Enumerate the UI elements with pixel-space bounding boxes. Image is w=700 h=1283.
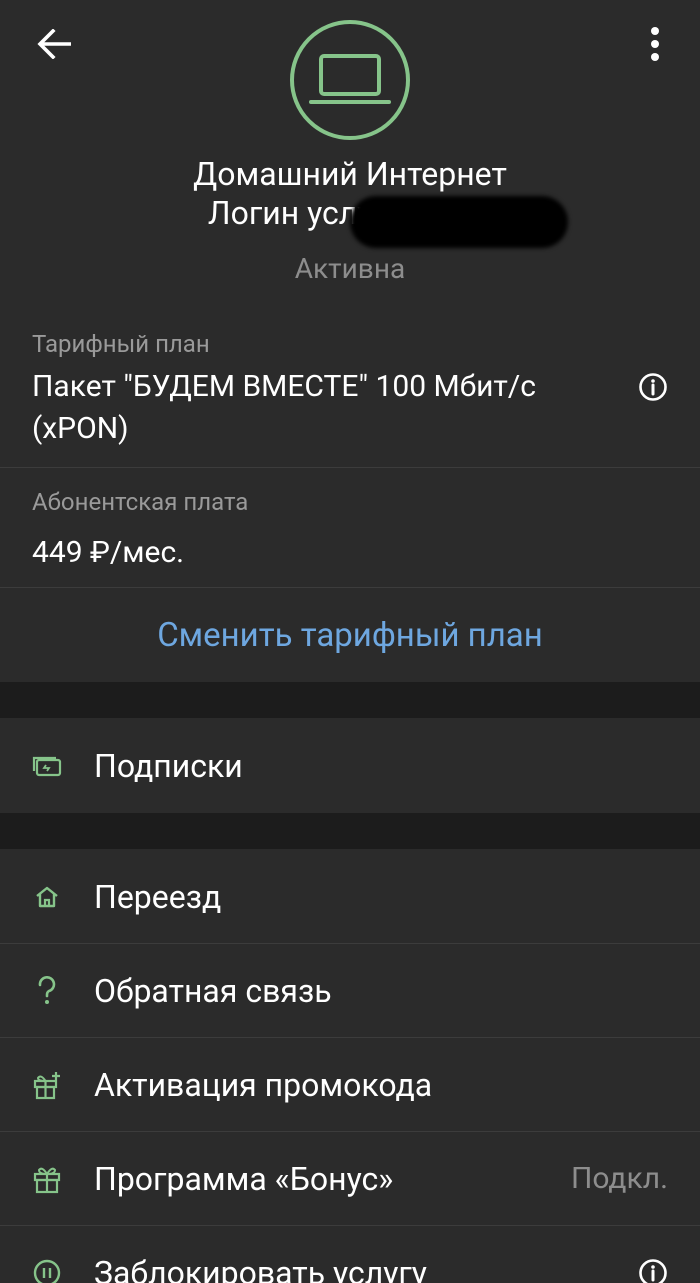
bonus-status: Подкл.	[570, 1161, 668, 1196]
menu-item-promo[interactable]: Активация промокода	[0, 1038, 700, 1131]
fee-value: 449 ₽/мес.	[32, 535, 185, 570]
menu-item-bonus[interactable]: Программа «Бонус» Подкл.	[0, 1132, 700, 1225]
info-icon[interactable]	[638, 372, 668, 402]
change-plan-button[interactable]: Сменить тарифный план	[0, 600, 700, 672]
menu-item-label: Программа «Бонус»	[94, 1159, 394, 1198]
tariff-plan-value: Пакет "БУДЕМ ВМЕСТЕ" 100 Мбит/с (xPON)	[32, 369, 536, 446]
subscription-card-icon	[32, 756, 62, 776]
menu-item-label: Активация промокода	[94, 1065, 433, 1104]
menu-item-label: Обратная связь	[94, 971, 332, 1010]
service-header: Домашний Интернет Логин услуги: Активна	[0, 0, 700, 305]
fee-label: Абонентская плата	[32, 488, 249, 516]
more-options-button[interactable]	[640, 20, 670, 68]
service-title: Домашний Интернет	[193, 155, 507, 193]
info-icon[interactable]	[638, 1258, 668, 1283]
section-gap	[0, 813, 700, 849]
menu-item-block-service[interactable]: Заблокировать услугу	[0, 1226, 700, 1283]
menu-item-relocation[interactable]: Переезд	[0, 850, 700, 943]
subscriptions-item[interactable]: Подписки	[0, 719, 700, 812]
subscription-fee-block: Абонентская плата 449 ₽/мес.	[0, 488, 700, 574]
login-redaction	[350, 196, 568, 248]
menu-item-label: Заблокировать услугу	[94, 1253, 427, 1283]
divider	[0, 467, 700, 468]
tariff-plan-block: Тарифный план Пакет "БУДЕМ ВМЕСТЕ" 100 М…	[0, 330, 700, 467]
section-gap	[0, 682, 700, 718]
laptop-icon	[309, 54, 391, 104]
home-icon	[36, 886, 58, 907]
gift-plus-icon	[33, 1071, 60, 1099]
pause-icon	[33, 1259, 61, 1283]
question-icon	[38, 975, 56, 1004]
service-avatar	[290, 20, 410, 140]
subscriptions-label: Подписки	[94, 746, 243, 785]
more-vert-icon	[651, 27, 659, 61]
tariff-plan-label: Тарифный план	[32, 330, 210, 358]
service-status: Активна	[294, 252, 406, 285]
menu-item-feedback[interactable]: Обратная связь	[0, 944, 700, 1037]
menu-item-label: Переезд	[94, 877, 222, 916]
arrow-left-icon	[37, 29, 71, 59]
gift-icon	[33, 1167, 61, 1193]
divider	[0, 587, 700, 588]
back-button[interactable]	[28, 22, 80, 66]
